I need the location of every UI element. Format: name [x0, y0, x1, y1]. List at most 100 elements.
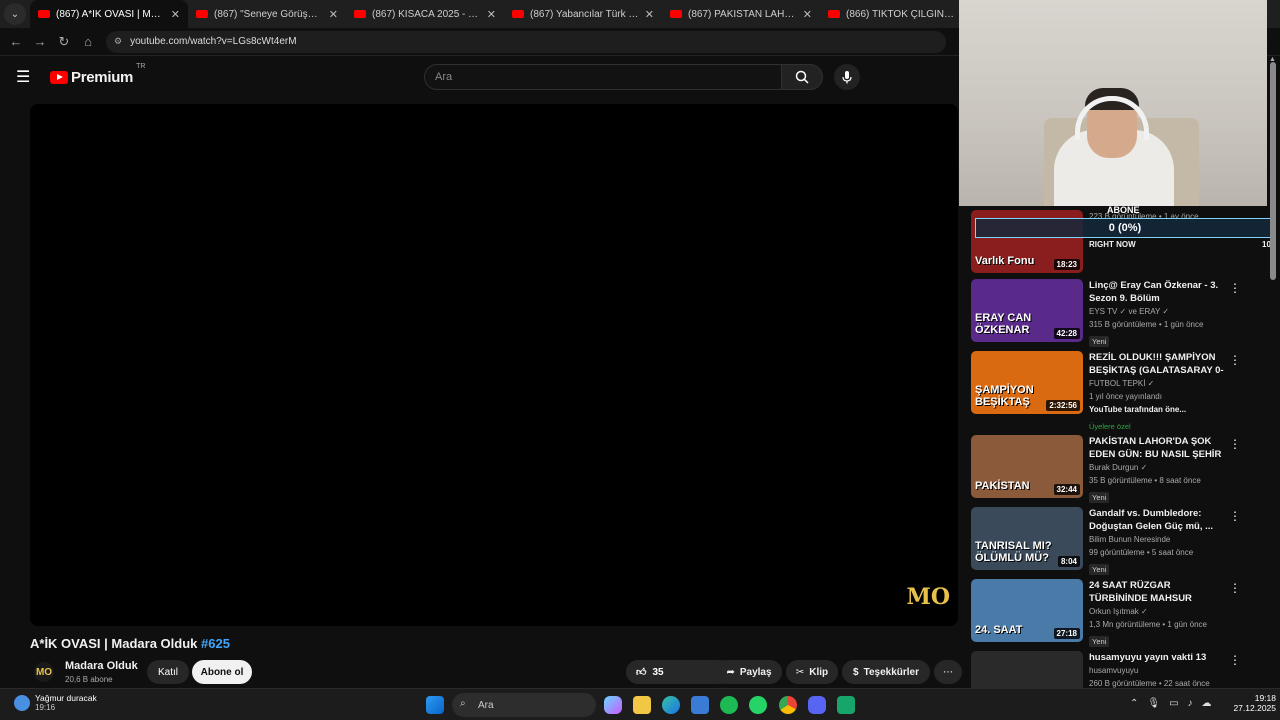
youtube-favicon-icon	[670, 10, 682, 18]
reload-icon[interactable]: ↻	[52, 30, 76, 54]
tab-title: (867) Yabancılar Türk Korku Film	[530, 8, 639, 20]
url-field[interactable]: ⚙ youtube.com/watch?v=LGs8cWt4erM	[106, 30, 946, 53]
view-meta: 1 yıl önce yayınlandı	[1089, 392, 1162, 401]
tab-search-chevron-icon[interactable]: ⌄	[4, 3, 26, 25]
video-options-icon[interactable]: ⋮	[1229, 509, 1241, 523]
video-thumbnail[interactable]: TANRISAL MI? ÖLÜMLÜ MÜ? 8:04	[971, 507, 1083, 570]
hamburger-menu-icon[interactable]: ☰	[16, 67, 36, 87]
close-tab-icon[interactable]: ✕	[329, 8, 338, 21]
channel-name[interactable]: husamvuyuyu	[1089, 664, 1229, 677]
channel-name[interactable]: Madara Olduk	[65, 660, 138, 672]
tab-title: (867) "Seneye Görüşürüz" Kick	[214, 8, 323, 20]
thanks-label: Teşekkürler	[863, 666, 919, 678]
episode-hashtag[interactable]: #625	[201, 636, 230, 651]
whatsapp-icon[interactable]	[749, 696, 767, 714]
channel-name[interactable]: Orkun Işıtmak ✓	[1089, 605, 1229, 618]
youtube-favicon-icon	[354, 10, 366, 18]
voice-search-button[interactable]	[834, 64, 860, 90]
site-info-icon[interactable]: ⚙	[114, 36, 122, 47]
weather-widget[interactable]: Yağmur duracak 19:16	[14, 693, 97, 712]
channel-avatar[interactable]: MO	[34, 662, 54, 682]
video-options-icon[interactable]: ⋮	[1229, 281, 1241, 295]
recommended-video[interactable]: TANRISAL MI? ÖLÜMLÜ MÜ? 8:04 Gandalf vs. D…	[971, 507, 1251, 575]
video-title[interactable]: Gandalf vs. Dumbledore: Doğuştan Gelen G…	[1089, 507, 1229, 533]
youtube-logo[interactable]: Premium TR	[50, 63, 145, 86]
thanks-button[interactable]: $ Teşekkürler	[842, 660, 930, 684]
home-icon[interactable]: ⌂	[76, 30, 100, 54]
weather-title: Yağmur duracak	[35, 693, 97, 703]
subscriber-goal-label: ABONE	[1107, 205, 1140, 215]
video-options-icon[interactable]: ⋮	[1229, 581, 1241, 595]
video-options-icon[interactable]: ⋮	[1229, 653, 1241, 667]
clock-date: 27.12.2025	[1233, 703, 1276, 713]
clock-time: 19:18	[1254, 693, 1276, 703]
browser-tab[interactable]: (867) PAKİSTAN LAHOR'DA ŞOK ✕	[662, 0, 820, 28]
windows-start-icon[interactable]	[426, 696, 444, 714]
clip-button[interactable]: ✂ Klip	[786, 660, 838, 684]
channel-name[interactable]: Bilim Bunun Neresinde	[1089, 533, 1229, 546]
channel-name[interactable]: Burak Durgun ✓	[1089, 461, 1229, 474]
clip-label: Klip	[809, 666, 829, 678]
close-tab-icon[interactable]: ✕	[645, 8, 654, 21]
country-code: TR	[136, 62, 146, 70]
thumbnail-text: Varlık Fonu	[975, 255, 1035, 267]
taskbar-search[interactable]: ⌕ Ara	[452, 693, 596, 717]
close-tab-icon[interactable]: ✕	[171, 8, 180, 21]
video-duration: 32:44	[1053, 484, 1080, 495]
youtube-favicon-icon	[196, 10, 208, 18]
video-title[interactable]: PAKİSTAN LAHOR'DA ŞOK EDEN GÜN: BU NASIL…	[1089, 435, 1229, 461]
youtube-favicon-icon	[38, 10, 50, 18]
spotify-icon[interactable]	[720, 696, 738, 714]
video-options-icon[interactable]: ⋮	[1229, 437, 1241, 451]
search-input[interactable]: Ara	[424, 64, 782, 90]
subscribe-button[interactable]: Abone ol	[192, 660, 252, 684]
video-thumbnail[interactable]: ERAY CAN ÖZKENAR 42:28	[971, 279, 1083, 342]
join-button[interactable]: Katıl	[147, 660, 189, 684]
more-actions-icon[interactable]: ⋯	[934, 660, 962, 684]
promoted-note: YouTube tarafından öne...	[1089, 405, 1187, 414]
clock[interactable]: 19:18 27.12.2025	[1233, 693, 1276, 713]
like-count: 35	[652, 666, 664, 678]
recommended-video[interactable]: ERAY CAN ÖZKENAR 42:28 Linç@ Eray Can Özke…	[971, 279, 1251, 347]
taskbar-search-label: Ara	[478, 699, 494, 711]
browser-tab[interactable]: (867) A*İK OVASI | Madara Olduk ✕	[30, 0, 188, 28]
app-icon[interactable]	[837, 696, 855, 714]
scrollbar-thumb[interactable]	[1270, 62, 1276, 280]
video-title[interactable]: 24 SAAT RÜZGAR TÜRBİNİNDE MAHSUR KALMAK!	[1089, 579, 1229, 605]
back-icon[interactable]: ←	[4, 30, 28, 54]
store-icon[interactable]	[691, 696, 709, 714]
close-tab-icon[interactable]: ✕	[803, 8, 812, 21]
channel-name[interactable]: FUTBOL TEPKİ ✓	[1089, 377, 1229, 390]
file-explorer-icon[interactable]	[633, 696, 651, 714]
recommended-video[interactable]: PAKİSTAN 32:44 PAKİSTAN LAHOR'DA ŞOK EDEN …	[971, 435, 1251, 503]
video-player[interactable]: MO	[30, 104, 958, 626]
right-now-label: RIGHT NOW	[1089, 240, 1136, 249]
browser-tab[interactable]: (866) TİKTOK ÇILGINLIKLARI DE✕	[820, 0, 978, 28]
forward-icon[interactable]: →	[28, 30, 52, 54]
video-title[interactable]: husamyuyu yayın vakti 13	[1089, 651, 1229, 664]
video-title[interactable]: Linç@ Eray Can Özkenar - 3. Sezon 9. Böl…	[1089, 279, 1229, 305]
video-thumbnail[interactable]: 24. SAAT 27:18	[971, 579, 1083, 642]
browser-tab[interactable]: (867) "Seneye Görüşürüz" Kick ✕	[188, 0, 346, 28]
recommended-video[interactable]: ŞAMPİYON BEŞİKTAŞ 2:32:56 REZİL OLDUK!!! Ş…	[971, 351, 1251, 431]
video-thumbnail[interactable]: ŞAMPİYON BEŞİKTAŞ 2:32:56	[971, 351, 1083, 414]
video-title[interactable]: REZİL OLDUK!!! ŞAMPİYON BEŞİKTAŞ (GALATA…	[1089, 351, 1229, 377]
youtube-play-icon	[50, 70, 68, 84]
browser-tab[interactable]: (867) KISACA 2025 - YouTube ✕	[346, 0, 504, 28]
search-button[interactable]	[781, 64, 823, 90]
status-badge: Üyelere özel	[1089, 422, 1131, 431]
view-meta: 35 B görüntüleme • 8 saat önce	[1089, 476, 1201, 485]
system-tray-icons[interactable]: ⌃🎙︎▭♪☁	[1130, 698, 1221, 709]
edge-icon[interactable]	[662, 696, 680, 714]
copilot-icon[interactable]	[604, 696, 622, 714]
share-button[interactable]: ➦ Paylaş	[716, 660, 782, 684]
chrome-icon[interactable]	[779, 696, 797, 714]
recommended-video[interactable]: 24. SAAT 27:18 24 SAAT RÜZGAR TÜRBİNİNDE M…	[971, 579, 1251, 647]
discord-icon[interactable]	[808, 696, 826, 714]
video-thumbnail[interactable]: PAKİSTAN 32:44	[971, 435, 1083, 498]
video-options-icon[interactable]: ⋮	[1229, 353, 1241, 367]
channel-name[interactable]: EYS TV ✓ ve ERAY ✓	[1089, 305, 1229, 318]
browser-tab[interactable]: (867) Yabancılar Türk Korku Film ✕	[504, 0, 662, 28]
close-tab-icon[interactable]: ✕	[487, 8, 496, 21]
view-meta: 99 görüntüleme • 5 saat önce	[1089, 548, 1194, 557]
